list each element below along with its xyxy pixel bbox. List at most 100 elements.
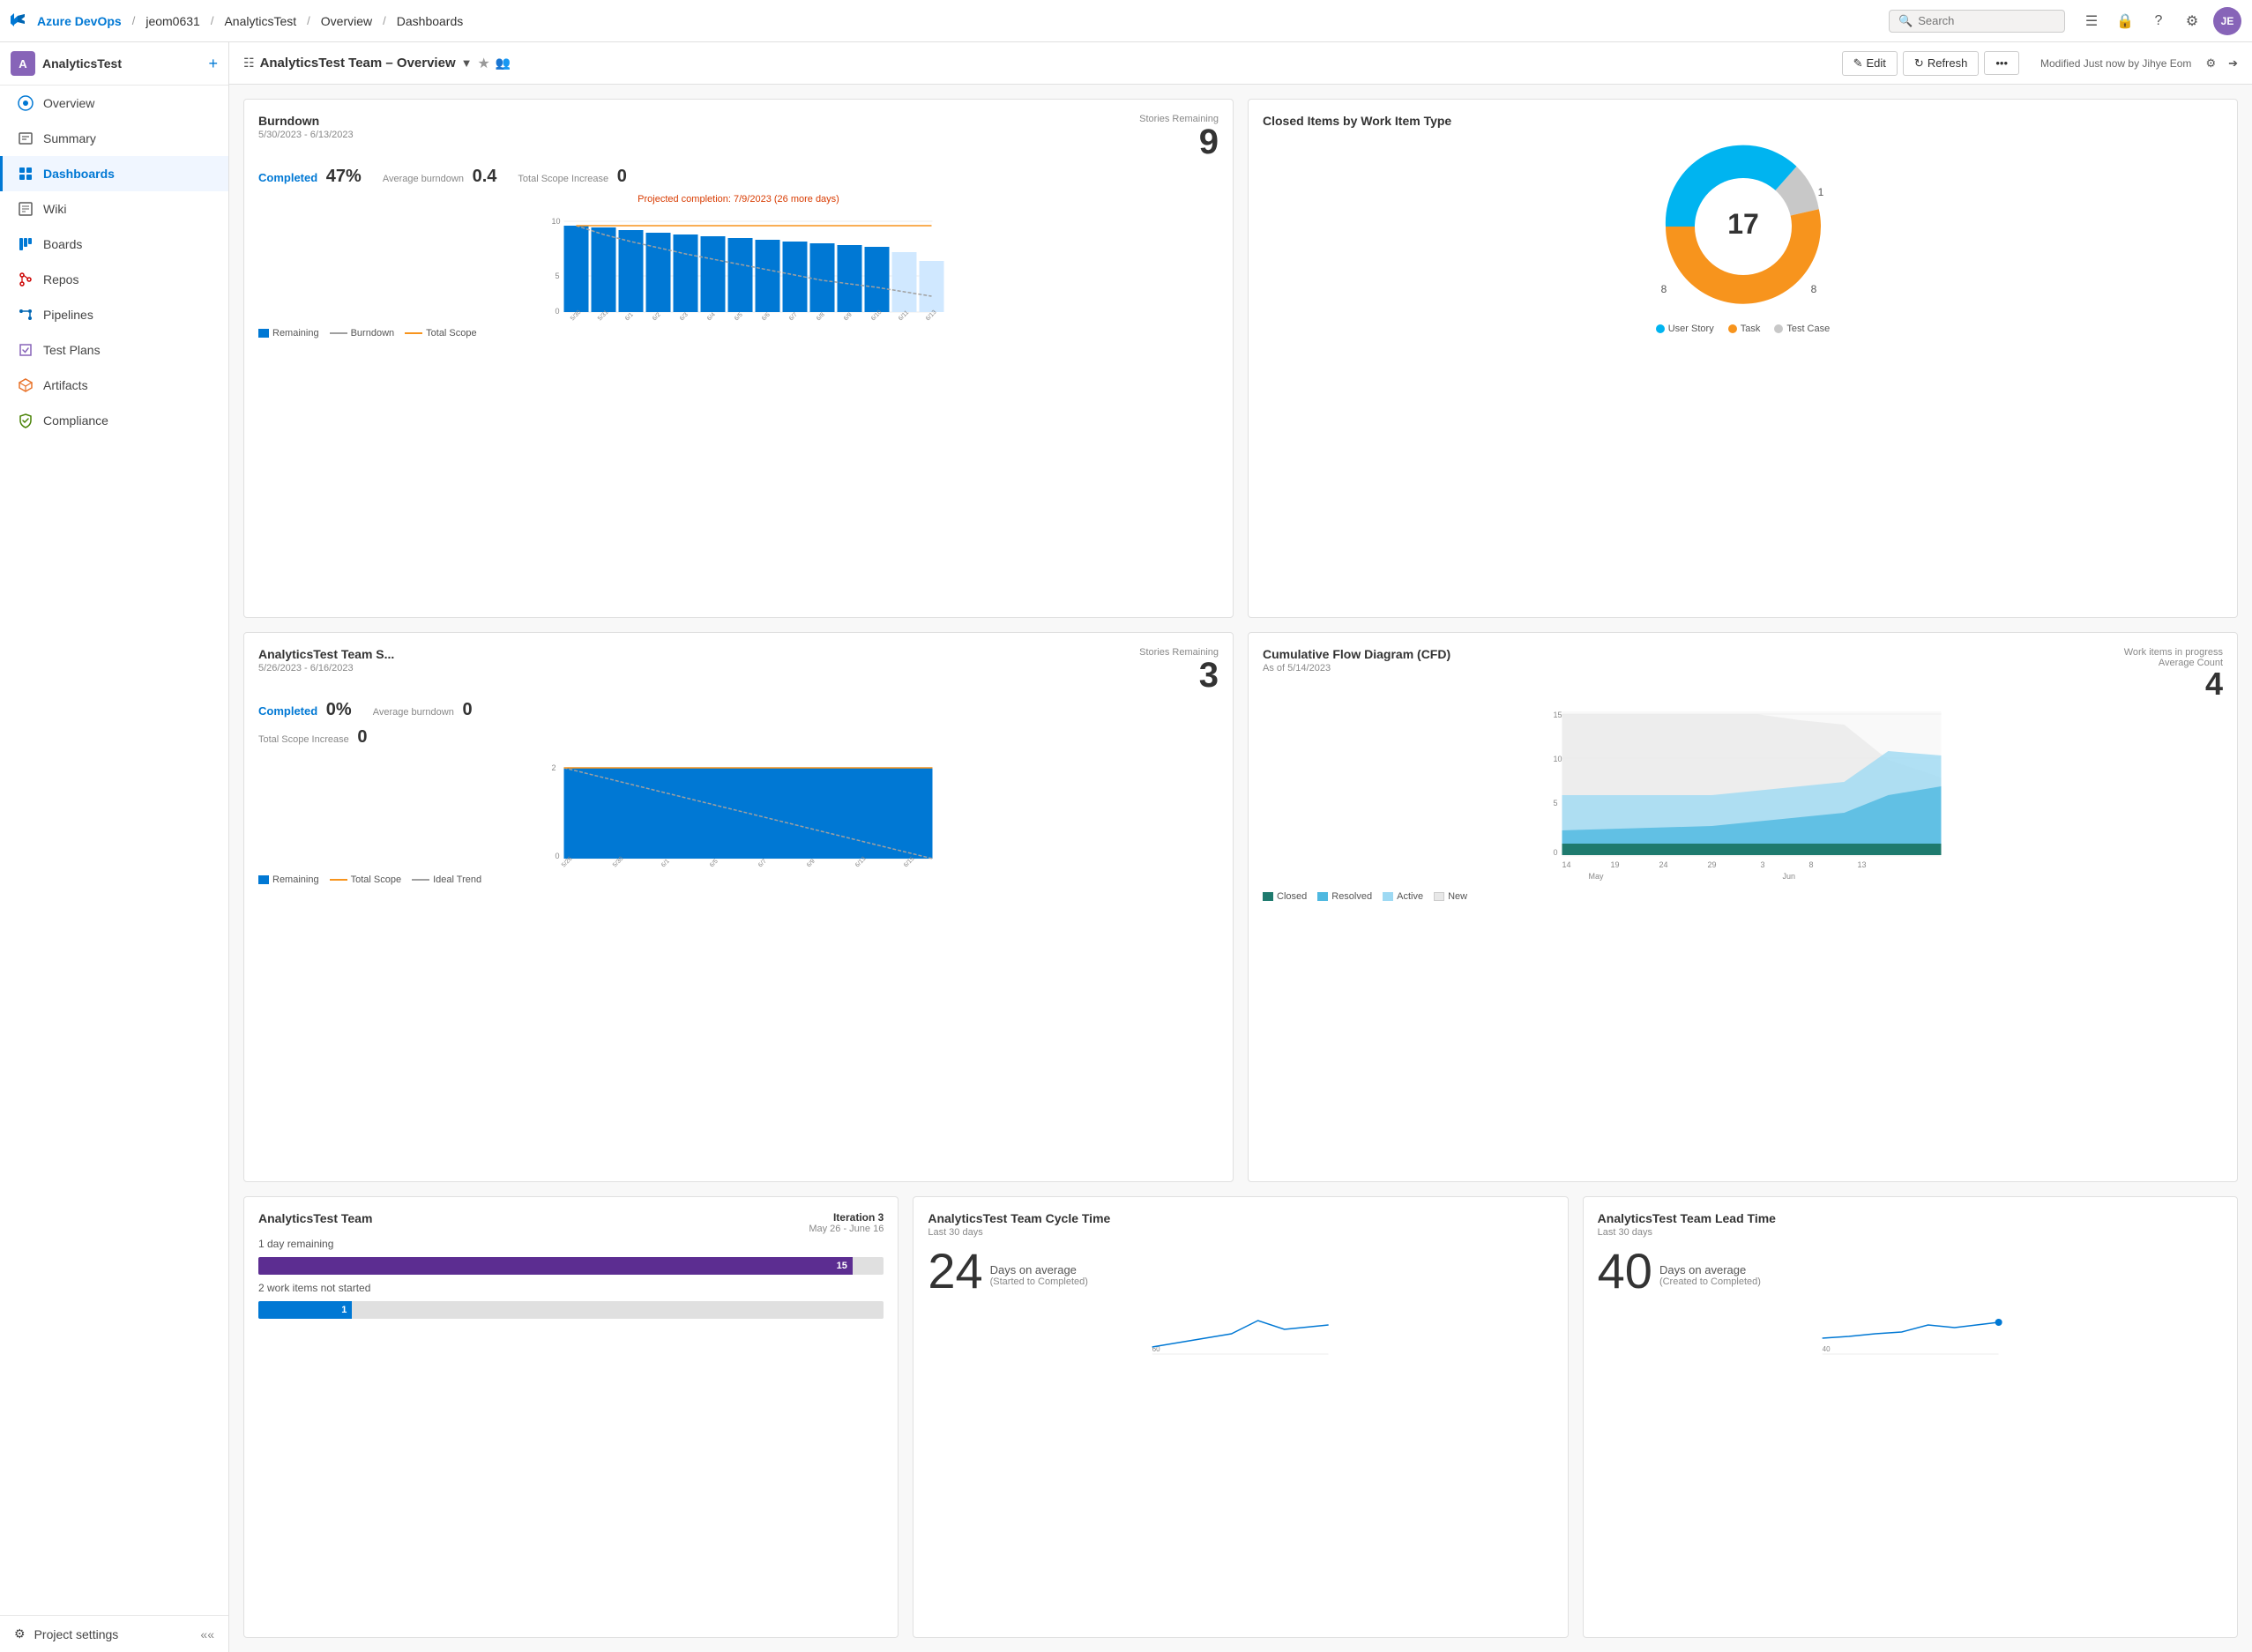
lead-time-chart: 40 [1598, 1303, 2223, 1356]
donut-legend: User Story Task Test Case [1263, 324, 2223, 334]
svg-text:0: 0 [1554, 848, 1558, 857]
sidebar-item-repos[interactable]: Repos [0, 262, 228, 297]
cycle-time-value: 24 [928, 1246, 982, 1296]
logo-area[interactable]: Azure DevOps [11, 11, 122, 32]
svg-text:6/7: 6/7 [757, 859, 768, 869]
svg-text:6/6: 6/6 [761, 312, 772, 323]
wiki-icon [17, 200, 34, 218]
svg-text:6/5: 6/5 [734, 312, 744, 323]
svg-text:19: 19 [1611, 860, 1620, 869]
svg-text:6/8: 6/8 [816, 312, 826, 323]
work-items-not-started: 2 work items not started [258, 1282, 884, 1294]
sprint-legend: Remaining Total Scope Ideal Trend [258, 874, 1219, 885]
sidebar-item-artifacts[interactable]: Artifacts [0, 368, 228, 403]
collapse-button[interactable]: «« [200, 1627, 214, 1641]
avg-burndown-value: 0.4 [473, 167, 497, 186]
cfd-chart: 15 10 5 0 [1263, 707, 2223, 886]
help-icon[interactable]: ? [2146, 9, 2171, 33]
favorite-star-icon[interactable]: ★ [478, 55, 490, 72]
lead-time-days-label: Days on average [1659, 1263, 1761, 1276]
sprint-date-range: 5/26/2023 - 6/16/2023 [258, 663, 394, 673]
summary-icon [17, 130, 34, 147]
team-icon[interactable]: 👥 [496, 56, 511, 71]
section-crumb[interactable]: Overview [321, 14, 372, 28]
svg-text:6/1: 6/1 [624, 312, 635, 323]
sidebar-item-wiki[interactable]: Wiki [0, 191, 228, 227]
sidebar-item-dashboards[interactable]: Dashboards [0, 156, 228, 191]
sidebar-project-title: AnalyticsTest [42, 56, 208, 71]
svg-text:13: 13 [1858, 860, 1867, 869]
repos-icon [17, 271, 34, 288]
add-project-button[interactable]: + [208, 55, 218, 73]
sidebar-item-summary[interactable]: Summary [0, 121, 228, 156]
progress-bar-1-container: 15 [258, 1257, 884, 1275]
app-body: A AnalyticsTest + Overview Summary [0, 42, 2252, 1652]
current-crumb[interactable]: Dashboards [397, 14, 464, 28]
search-icon: 🔍 [1898, 14, 1913, 28]
artifacts-icon [17, 376, 34, 394]
refresh-button[interactable]: ↻ Refresh [1903, 51, 1979, 76]
compliance-icon [17, 412, 34, 429]
svg-text:3: 3 [1761, 860, 1765, 869]
user-settings-icon[interactable]: ⚙ [2180, 9, 2204, 33]
notifications-icon[interactable]: ☰ [2079, 9, 2104, 33]
cfd-work-items-label: Work items in progress [2124, 647, 2223, 658]
project-settings-item[interactable]: ⚙ Project settings «« [0, 1616, 228, 1652]
svg-text:24: 24 [1659, 860, 1668, 869]
sidebar-item-boards-label: Boards [43, 237, 82, 251]
sidebar-item-overview-label: Overview [43, 96, 94, 110]
sidebar-item-pipelines[interactable]: Pipelines [0, 297, 228, 332]
svg-text:15: 15 [1554, 711, 1562, 719]
sidebar-item-artifacts-label: Artifacts [43, 378, 88, 392]
svg-text:40: 40 [1822, 1345, 1830, 1353]
boards-icon [17, 235, 34, 253]
expand-icon[interactable]: ➔ [2228, 56, 2238, 71]
sidebar-item-compliance[interactable]: Compliance [0, 403, 228, 438]
cfd-title: Cumulative Flow Diagram (CFD) [1263, 647, 1450, 661]
sidebar-item-boards[interactable]: Boards [0, 227, 228, 262]
dashboard-header: ☷ AnalyticsTest Team – Overview ▼ ★ 👥 ✎ … [229, 42, 2252, 85]
lead-time-title: AnalyticsTest Team Lead Time [1598, 1211, 2223, 1225]
dashboard-settings-icon[interactable]: ⚙ [2205, 56, 2216, 71]
sidebar-item-test-plans[interactable]: Test Plans [0, 332, 228, 368]
sprint-chart: 2 0 5/26 5/30 6/ [258, 755, 1219, 869]
svg-text:0: 0 [556, 307, 560, 316]
search-input[interactable] [1918, 14, 2055, 27]
lock-icon[interactable]: 🔒 [2113, 9, 2137, 33]
cfd-widget: Cumulative Flow Diagram (CFD) As of 5/14… [1248, 632, 2238, 1181]
svg-text:17: 17 [1727, 208, 1759, 240]
svg-text:8: 8 [1660, 283, 1667, 295]
svg-text:0: 0 [556, 852, 560, 860]
sprint-completed-pct: 0% [326, 700, 352, 719]
avatar[interactable]: JE [2213, 7, 2241, 35]
burndown-date-range: 5/30/2023 - 6/13/2023 [258, 130, 354, 140]
svg-text:5: 5 [556, 272, 560, 280]
burndown-title: Burndown [258, 114, 354, 128]
sprint-widget: AnalyticsTest Team S... 5/26/2023 - 6/16… [243, 632, 1234, 1181]
dashboard-dropdown-chevron[interactable]: ▼ [461, 56, 473, 70]
sidebar-item-overview[interactable]: Overview [0, 86, 228, 121]
search-box[interactable]: 🔍 [1889, 10, 2065, 33]
svg-text:May: May [1589, 872, 1605, 881]
dashboard-title-area: ☷ AnalyticsTest Team – Overview ▼ ★ 👥 [243, 55, 1835, 72]
cycle-time-subtitle: Last 30 days [928, 1227, 1553, 1238]
cfd-legend: Closed Resolved Active New [1263, 891, 2223, 902]
svg-text:14: 14 [1562, 860, 1571, 869]
project-crumb[interactable]: jeom0631 [145, 14, 200, 28]
org-name[interactable]: Azure DevOps [37, 14, 122, 28]
svg-text:6/7: 6/7 [788, 312, 799, 323]
edit-button[interactable]: ✎ Edit [1842, 51, 1898, 76]
more-actions-button[interactable]: ••• [1984, 51, 2019, 75]
svg-text:1: 1 [1817, 186, 1823, 198]
burndown-chart: 10 5 0 [258, 208, 1219, 323]
sidebar-item-repos-label: Repos [43, 272, 78, 286]
iteration-date-range: May 26 - June 16 [809, 1224, 884, 1234]
modified-text: Modified Just now by Jihye Eom [2040, 57, 2191, 70]
lead-time-subtitle: Last 30 days [1598, 1227, 2223, 1238]
cycle-time-widget: AnalyticsTest Team Cycle Time Last 30 da… [913, 1196, 1568, 1638]
project-name-crumb[interactable]: AnalyticsTest [224, 14, 296, 28]
total-scope-label: Total Scope Increase [518, 174, 608, 184]
azure-devops-logo [11, 11, 32, 32]
avg-burndown-label: Average burndown [383, 174, 464, 184]
sidebar-header: A AnalyticsTest + [0, 42, 228, 86]
